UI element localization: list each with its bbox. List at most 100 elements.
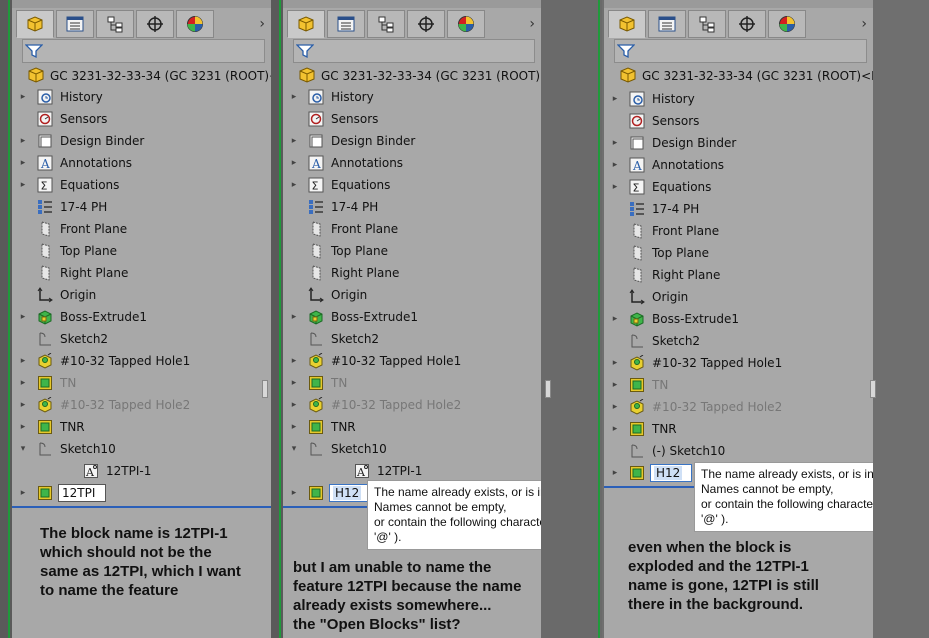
tree-item[interactable]: ▸ Design Binder bbox=[604, 132, 873, 154]
display-manager-tab[interactable] bbox=[447, 10, 485, 38]
tree-item[interactable]: ▸ Design Binder bbox=[283, 130, 541, 152]
configuration-manager-tab[interactable] bbox=[688, 10, 726, 38]
collapse-arrow-icon[interactable]: ▾ bbox=[18, 444, 28, 454]
expand-arrow-icon[interactable]: ▸ bbox=[289, 158, 299, 168]
chevron-right-icon[interactable]: › bbox=[529, 16, 535, 32]
tree-root[interactable]: GC 3231-32-33-34 (GC 3231 (ROOT)<Display bbox=[26, 66, 271, 86]
expand-arrow-icon[interactable]: ▸ bbox=[289, 356, 299, 366]
tree-filter-bar[interactable] bbox=[293, 39, 535, 63]
tree-item[interactable]: ▸ Σ Equations bbox=[604, 176, 873, 198]
tree-item[interactable]: ▸ TNR bbox=[12, 416, 271, 438]
tree-item[interactable]: Origin bbox=[12, 284, 271, 306]
tree-item[interactable]: ▾ Sketch10 bbox=[283, 438, 541, 460]
tree-item[interactable]: ▸ 12TPI bbox=[12, 482, 271, 504]
chevron-right-icon[interactable]: › bbox=[861, 16, 867, 32]
expand-arrow-icon[interactable]: ▸ bbox=[610, 468, 620, 478]
configuration-manager-tab[interactable] bbox=[367, 10, 405, 38]
tree-item[interactable]: Origin bbox=[604, 286, 873, 308]
panel-resize-handle[interactable] bbox=[870, 380, 876, 398]
tree-item[interactable]: Sketch2 bbox=[604, 330, 873, 352]
expand-arrow-icon[interactable]: ▸ bbox=[18, 400, 28, 410]
expand-arrow-icon[interactable]: ▸ bbox=[18, 136, 28, 146]
tree-item[interactable]: Front Plane bbox=[12, 218, 271, 240]
tree-item[interactable]: 17-4 PH bbox=[604, 198, 873, 220]
tree-item[interactable]: ▸ Design Binder bbox=[12, 130, 271, 152]
tree-root[interactable]: GC 3231-32-33-34 (GC 3231 (ROOT)<Display bbox=[618, 66, 873, 86]
property-manager-tab[interactable] bbox=[648, 10, 686, 38]
expand-arrow-icon[interactable]: ▸ bbox=[610, 358, 620, 368]
collapse-arrow-icon[interactable]: ▾ bbox=[289, 444, 299, 454]
tree-item[interactable]: ▸ TN bbox=[12, 372, 271, 394]
expand-arrow-icon[interactable]: ▸ bbox=[18, 312, 28, 322]
expand-arrow-icon[interactable]: ▸ bbox=[18, 422, 28, 432]
expand-arrow-icon[interactable]: ▸ bbox=[610, 182, 620, 192]
tree-item[interactable]: ▸ History bbox=[12, 86, 271, 108]
tree-item[interactable]: Top Plane bbox=[12, 240, 271, 262]
tree-item[interactable]: ▸ Σ Equations bbox=[283, 174, 541, 196]
dimxpert-tab[interactable] bbox=[728, 10, 766, 38]
tree-item[interactable]: ▸ Boss-Extrude1 bbox=[604, 308, 873, 330]
tree-item[interactable]: ▸ Σ Equations bbox=[12, 174, 271, 196]
tree-item[interactable]: A 12TPI-1 bbox=[283, 460, 541, 482]
expand-arrow-icon[interactable]: ▸ bbox=[610, 424, 620, 434]
panel-resize-handle[interactable] bbox=[262, 380, 268, 398]
rename-input[interactable]: H12 bbox=[329, 484, 371, 502]
configuration-manager-tab[interactable] bbox=[96, 10, 134, 38]
tree-item[interactable]: Right Plane bbox=[12, 262, 271, 284]
tree-item[interactable]: ▸ #10-32 Tapped Hole2 bbox=[283, 394, 541, 416]
expand-arrow-icon[interactable]: ▸ bbox=[289, 400, 299, 410]
tree-root[interactable]: GC 3231-32-33-34 (GC 3231 (ROOT)<Display bbox=[297, 66, 541, 86]
expand-arrow-icon[interactable]: ▸ bbox=[18, 180, 28, 190]
tree-item[interactable]: Right Plane bbox=[604, 264, 873, 286]
tree-item[interactable]: ▸ Boss-Extrude1 bbox=[12, 306, 271, 328]
tree-item[interactable]: Top Plane bbox=[283, 240, 541, 262]
tree-item[interactable]: ▸ #10-32 Tapped Hole2 bbox=[12, 394, 271, 416]
expand-arrow-icon[interactable]: ▸ bbox=[289, 488, 299, 498]
tree-item[interactable]: ▸ History bbox=[283, 86, 541, 108]
expand-arrow-icon[interactable]: ▸ bbox=[610, 94, 620, 104]
tree-item[interactable]: Origin bbox=[283, 284, 541, 306]
tree-item[interactable]: Sensors bbox=[12, 108, 271, 130]
display-manager-tab[interactable] bbox=[768, 10, 806, 38]
expand-arrow-icon[interactable]: ▸ bbox=[289, 312, 299, 322]
tree-item[interactable]: ▸ #10-32 Tapped Hole1 bbox=[12, 350, 271, 372]
tree-filter-bar[interactable] bbox=[614, 39, 867, 63]
expand-arrow-icon[interactable]: ▸ bbox=[289, 378, 299, 388]
tree-item[interactable]: ▸ A Annotations bbox=[12, 152, 271, 174]
expand-arrow-icon[interactable]: ▸ bbox=[610, 380, 620, 390]
rename-input[interactable]: 12TPI bbox=[58, 484, 106, 502]
expand-arrow-icon[interactable]: ▸ bbox=[18, 488, 28, 498]
expand-arrow-icon[interactable]: ▸ bbox=[18, 356, 28, 366]
expand-arrow-icon[interactable]: ▸ bbox=[18, 158, 28, 168]
dimxpert-tab[interactable] bbox=[136, 10, 174, 38]
expand-arrow-icon[interactable]: ▸ bbox=[289, 136, 299, 146]
chevron-right-icon[interactable]: › bbox=[259, 16, 265, 32]
expand-arrow-icon[interactable]: ▸ bbox=[289, 422, 299, 432]
tree-item[interactable]: ▸ TN bbox=[283, 372, 541, 394]
tree-item[interactable]: ▸ TNR bbox=[604, 418, 873, 440]
tree-filter-bar[interactable] bbox=[22, 39, 265, 63]
tree-item[interactable]: ▾ Sketch10 bbox=[12, 438, 271, 460]
tree-item[interactable]: ▸ A Annotations bbox=[283, 152, 541, 174]
tree-item[interactable]: ▸ History bbox=[604, 88, 873, 110]
tree-item[interactable]: Front Plane bbox=[283, 218, 541, 240]
panel-resize-handle[interactable] bbox=[545, 380, 551, 398]
tree-item[interactable]: ▸ TN bbox=[604, 374, 873, 396]
tree-item[interactable]: ▸ #10-32 Tapped Hole2 bbox=[604, 396, 873, 418]
tree-item[interactable]: (-) Sketch10 bbox=[604, 440, 873, 462]
tree-item[interactable]: Right Plane bbox=[283, 262, 541, 284]
rename-input[interactable]: H12 bbox=[650, 464, 692, 482]
tree-item[interactable]: 17-4 PH bbox=[12, 196, 271, 218]
property-manager-tab[interactable] bbox=[327, 10, 365, 38]
tree-item[interactable]: Sketch2 bbox=[283, 328, 541, 350]
tree-item[interactable]: ▸ TNR bbox=[283, 416, 541, 438]
feature-manager-tab[interactable] bbox=[16, 10, 54, 38]
display-manager-tab[interactable] bbox=[176, 10, 214, 38]
property-manager-tab[interactable] bbox=[56, 10, 94, 38]
expand-arrow-icon[interactable]: ▸ bbox=[610, 138, 620, 148]
feature-manager-tab[interactable] bbox=[287, 10, 325, 38]
expand-arrow-icon[interactable]: ▸ bbox=[289, 180, 299, 190]
tree-item[interactable]: Sensors bbox=[604, 110, 873, 132]
tree-item[interactable]: 17-4 PH bbox=[283, 196, 541, 218]
tree-item[interactable]: Front Plane bbox=[604, 220, 873, 242]
